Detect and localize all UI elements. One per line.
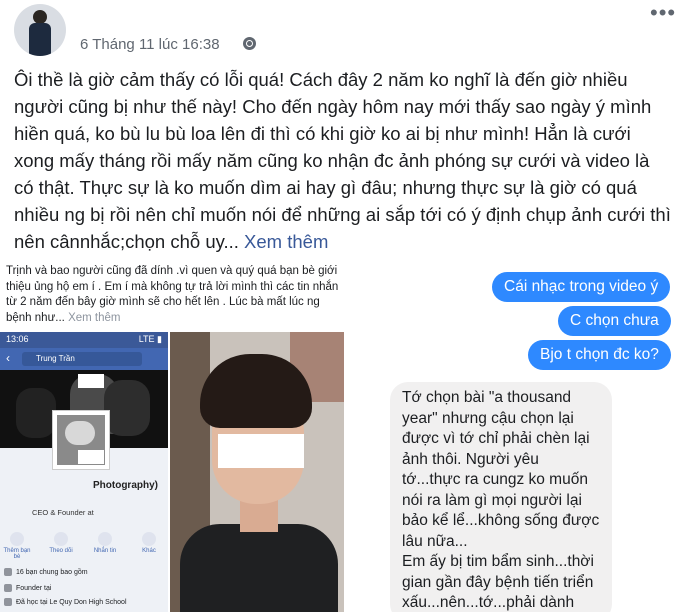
friends-icon <box>4 568 12 576</box>
more-icon <box>142 532 156 546</box>
follow-icon <box>54 532 68 546</box>
screenshot-facebook-profile[interactable]: Trịnh và bao người cũng đã dính .vì quen… <box>0 260 344 612</box>
add-friend-action: Thêm bạn bè <box>0 532 34 560</box>
chat-bubble-sent: C chọn chưa <box>558 306 671 336</box>
message-action: Nhắn tin <box>88 532 122 554</box>
snippet-see-more: Xem thêm <box>68 311 121 324</box>
snippet-text: Trịnh và bao người cũng đã dính .vì quen… <box>6 265 339 324</box>
profile-role: CEO & Founder at <box>32 508 94 517</box>
cover-figure <box>16 388 56 438</box>
phone-time: 13:06 <box>6 334 29 344</box>
globe-icon[interactable] <box>243 37 256 50</box>
profile-name-fragment: Photography) <box>93 480 158 491</box>
more-action: Khác <box>132 532 166 554</box>
follow-action: Theo dõi <box>44 532 78 554</box>
profile-info-row: Đã học tại Le Quy Don High School <box>4 598 164 606</box>
back-arrow-icon: ‹ <box>6 351 10 365</box>
embedded-post-snippet: Trịnh và bao người cũng đã dính .vì quen… <box>6 264 340 326</box>
message-icon <box>98 532 112 546</box>
avatar-head <box>33 10 47 24</box>
avatar[interactable] <box>14 4 66 56</box>
post-text: Ôi thề là giờ cảm thấy có lỗi quá! Cách … <box>14 66 674 255</box>
phone-search-bar: ‹ Trung Trần <box>0 348 168 370</box>
phone-signal: LTE ▮ <box>138 334 162 344</box>
portrait-photo <box>170 332 344 612</box>
censor-box <box>78 450 104 464</box>
phone-search-name: Trung Trần <box>22 352 142 366</box>
more-options-icon[interactable]: ••• <box>650 0 676 26</box>
chat-bubble-received: Tớ chọn bài "a thousand year" nhưng cậu … <box>390 382 612 612</box>
post-body: Ôi thề là giờ cảm thấy có lỗi quá! Cách … <box>14 69 671 252</box>
avatar-body <box>29 23 51 56</box>
screenshot-chat[interactable]: Cái nhạc trong video ý C chọn chưa Bjo t… <box>350 264 678 612</box>
add-friend-icon <box>10 532 24 546</box>
chat-bubble-sent: Cái nhạc trong video ý <box>492 272 671 302</box>
censor-box <box>218 434 304 468</box>
work-icon <box>4 584 12 592</box>
school-icon <box>4 598 12 606</box>
censor-box <box>78 374 104 388</box>
chat-bubble-sent: Bjo t chọn đc ko? <box>528 340 671 370</box>
post-timestamp[interactable]: 6 Tháng 11 lúc 16:38 <box>80 36 220 53</box>
post-header: 6 Tháng 11 lúc 16:38 ••• <box>0 0 678 60</box>
profile-action-row: Thêm bạn bè Theo dõi Nhắn tin Khác <box>0 532 168 568</box>
cover-figure <box>104 380 150 436</box>
see-more-link[interactable]: Xem thêm <box>244 231 328 252</box>
phone-status-bar: 13:06 LTE ▮ <box>0 332 168 348</box>
profile-info-row: Founder tại <box>4 584 164 592</box>
phone-screenshot: 13:06 LTE ▮ ‹ Trung Trần Photography) CE… <box>0 332 168 612</box>
profile-info-row: 16 bạn chung bao gồm <box>4 568 164 576</box>
